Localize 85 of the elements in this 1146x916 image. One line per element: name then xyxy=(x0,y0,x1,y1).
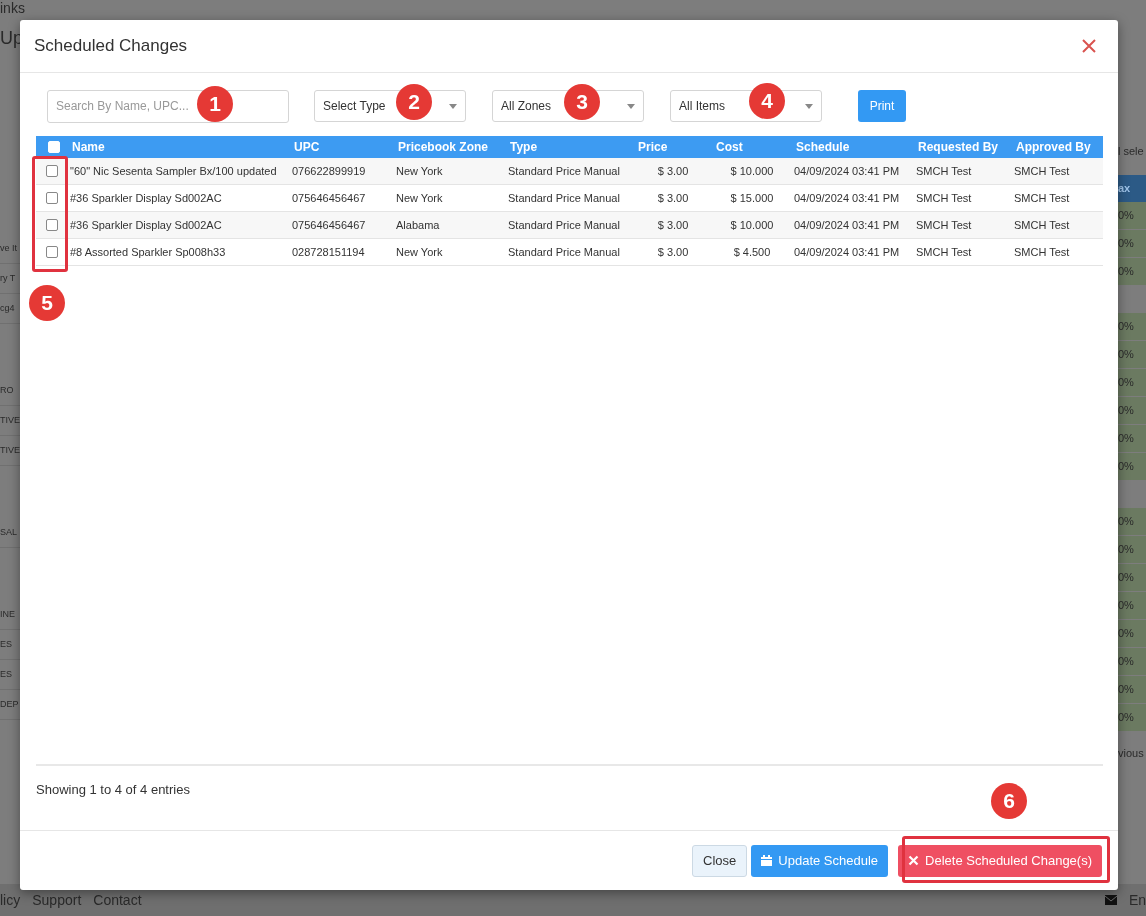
table-cell: SMCH Test xyxy=(914,158,1012,185)
table-cell: 0% xyxy=(1118,508,1146,535)
table-cell: SMCH Test xyxy=(1012,238,1103,266)
table-cell: SMCH Test xyxy=(1012,158,1103,185)
footer-link[interactable]: Contact xyxy=(93,892,142,908)
update-schedule-button[interactable]: Update Schedule xyxy=(751,844,889,877)
column-header[interactable]: ax xyxy=(1118,175,1146,202)
table-cell: "60" Nic Sesenta Sampler Bx/100 updated xyxy=(68,158,290,185)
table-cell: 0% xyxy=(1118,230,1146,257)
table-cell: 04/09/2024 03:41 PM xyxy=(792,184,914,212)
table-cell: 04/09/2024 03:41 PM xyxy=(792,211,914,239)
table-cell: $ 3.00 xyxy=(634,158,712,185)
table-cell: 0% xyxy=(1118,620,1146,647)
footer-link[interactable]: En xyxy=(1128,892,1146,908)
table-cell: Standard Price Manual xyxy=(506,238,634,266)
table-cell: Standard Price Manual xyxy=(506,184,634,212)
table-cell: $ 3.00 xyxy=(634,184,712,212)
table-cell: New York xyxy=(394,238,506,266)
column-header[interactable]: UPC xyxy=(290,136,394,159)
table-cell: #36 Sparkler Display Sd002AC xyxy=(68,184,290,212)
caret-icon xyxy=(449,103,457,109)
print-button[interactable]: Print xyxy=(858,90,906,123)
close-button[interactable]: Close xyxy=(692,844,748,877)
table-cell: $ 3.00 xyxy=(634,238,712,266)
column-header[interactable]: Schedule xyxy=(792,136,914,159)
column-header[interactable]: Cost xyxy=(712,136,792,159)
table-cell: Alabama xyxy=(394,211,506,239)
table-cell: SMCH Test xyxy=(914,211,1012,239)
table-cell: 0% xyxy=(1118,453,1146,480)
table-cell: Standard Price Manual xyxy=(506,158,634,185)
table-cell: #36 Sparkler Display Sd002AC xyxy=(68,211,290,239)
table-cell: New York xyxy=(394,158,506,185)
footer-link[interactable]: licy xyxy=(0,892,21,908)
table-cell: 0% xyxy=(1118,258,1146,285)
row-checkbox[interactable] xyxy=(46,246,58,259)
table-cell: $ 4.500 xyxy=(712,238,792,266)
table-cell: New York xyxy=(394,184,506,212)
table-cell: 076622899919 xyxy=(290,158,394,185)
caret-icon xyxy=(805,103,813,109)
column-header[interactable]: Name xyxy=(68,136,290,159)
entries-info: Showing 1 to 4 of 4 entries xyxy=(36,782,190,798)
row-checkbox[interactable] xyxy=(46,219,58,232)
table-cell: 04/09/2024 03:41 PM xyxy=(792,158,914,185)
table-cell: 075646456467 xyxy=(290,211,394,239)
table-cell: 0% xyxy=(1118,313,1146,340)
previous-link[interactable]: vious xyxy=(1118,732,1146,767)
table-cell: SMCH Test xyxy=(914,184,1012,212)
column-header[interactable]: Approved By xyxy=(1012,136,1103,159)
table-cell: Standard Price Manual xyxy=(506,211,634,239)
table-cell: 04/09/2024 03:41 PM xyxy=(792,238,914,266)
table-cell: 0% xyxy=(1118,592,1146,619)
table-cell: $ 3.00 xyxy=(634,211,712,239)
select-all-checkbox[interactable] xyxy=(48,141,60,154)
delete-button[interactable]: Delete Scheduled Change(s) xyxy=(898,844,1102,877)
table-cell: SMCH Test xyxy=(914,238,1012,266)
table-cell: 0% xyxy=(1118,341,1146,368)
table-cell: #8 Assorted Sparkler Sp008h33 xyxy=(68,238,290,266)
table-cell: 028728151194 xyxy=(290,238,394,266)
row-checkbox[interactable] xyxy=(46,165,58,178)
table-cell: 0% xyxy=(1118,425,1146,452)
table-cell: 0% xyxy=(1118,369,1146,396)
calendar-icon xyxy=(761,855,773,867)
table-cell: $ 10.000 xyxy=(712,211,792,239)
close-icon xyxy=(908,855,920,867)
table-cell: $ 10.000 xyxy=(712,158,792,185)
footer-link[interactable]: Support xyxy=(32,892,82,908)
column-header[interactable]: Requested By xyxy=(914,136,1012,159)
column-header[interactable]: Price xyxy=(634,136,712,159)
table-cell: 0% xyxy=(1118,202,1146,229)
table-cell: 0% xyxy=(1118,397,1146,424)
envelope-icon[interactable] xyxy=(1104,895,1117,905)
table-cell: $ 15.000 xyxy=(712,184,792,212)
table-cell: 0% xyxy=(1118,676,1146,703)
column-header[interactable]: Pricebook Zone xyxy=(394,136,506,159)
table-cell: 0% xyxy=(1118,648,1146,675)
column-header[interactable]: Type xyxy=(506,136,634,159)
table-cell: 0% xyxy=(1118,564,1146,591)
modal-title: Scheduled Changes xyxy=(34,36,188,57)
row-checkbox[interactable] xyxy=(46,192,58,205)
table-cell: 0% xyxy=(1118,704,1146,731)
table-cell: 075646456467 xyxy=(290,184,394,212)
table-cell: 0% xyxy=(1118,536,1146,563)
table-cell: SMCH Test xyxy=(1012,184,1103,212)
nav-link[interactable]: inks xyxy=(0,0,1146,22)
table-cell: SMCH Test xyxy=(1012,211,1103,239)
